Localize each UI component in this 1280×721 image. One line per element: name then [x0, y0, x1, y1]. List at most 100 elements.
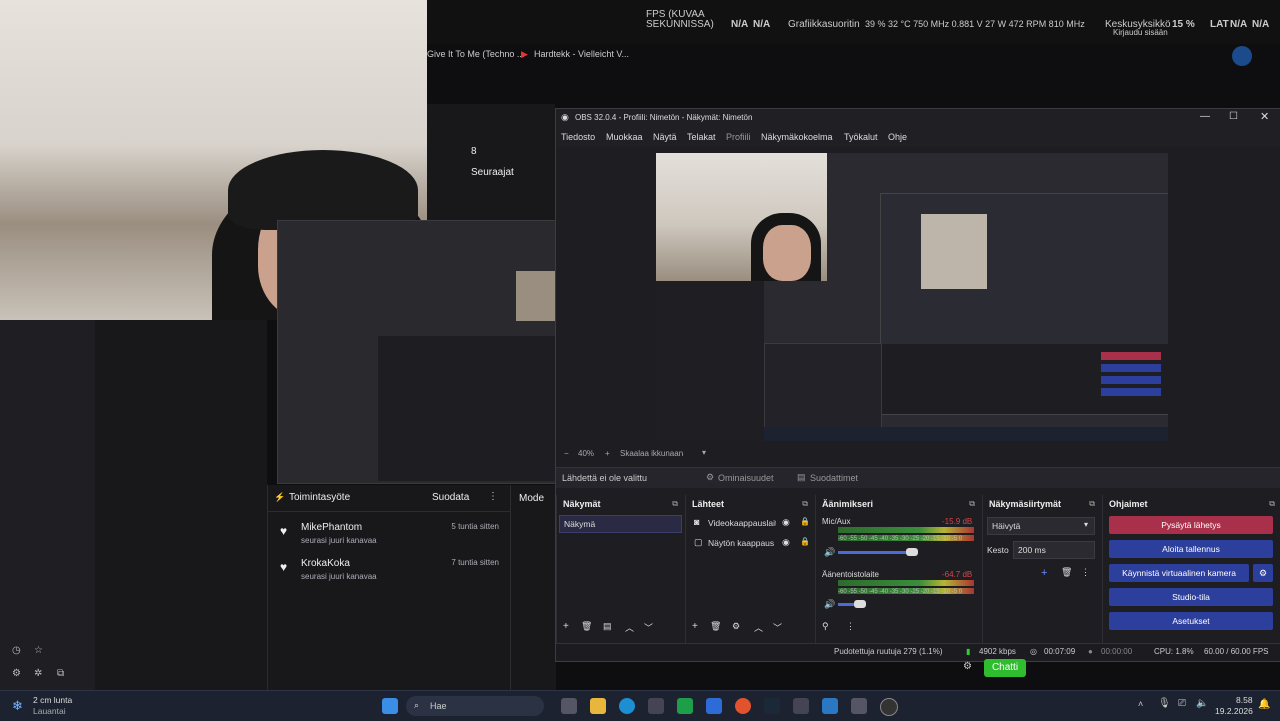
profile-avatar[interactable]: [1232, 46, 1252, 66]
more-icon[interactable]: ⋮: [488, 491, 498, 502]
microphone-icon[interactable]: 🎙: [1158, 698, 1171, 709]
start-recording-button[interactable]: Aloita tallennus: [1109, 540, 1273, 558]
zoom-in-icon[interactable]: +: [605, 449, 610, 458]
preview-nested-obs: [880, 193, 1168, 415]
menu-profile[interactable]: Profiili: [726, 132, 751, 142]
menu-edit[interactable]: Muokkaa: [606, 132, 643, 142]
network-icon[interactable]: ⎚: [1178, 698, 1186, 709]
float-icon[interactable]: ⧉: [1269, 499, 1275, 509]
virtual-camera-settings-icon[interactable]: ⚙: [1253, 564, 1273, 582]
properties-button[interactable]: Ominaisuudet: [718, 473, 774, 483]
excel-icon[interactable]: [677, 698, 693, 714]
clock-time[interactable]: 8.58: [1236, 695, 1253, 705]
list-item[interactable]: ♥ KrokaKoka seurasi juuri kanavaa 7 tunt…: [268, 558, 511, 594]
more-icon[interactable]: ⋮: [846, 621, 855, 632]
menu-help[interactable]: Ohje: [888, 132, 907, 142]
source-item[interactable]: ◙ Videokaappauslaite ◉ 🔒: [690, 516, 810, 532]
float-icon[interactable]: ⧉: [969, 499, 975, 509]
windows-start-icon[interactable]: [382, 698, 398, 714]
trash-icon[interactable]: 🗑: [1061, 567, 1072, 578]
feed-user[interactable]: KrokaKoka: [301, 558, 350, 569]
float-icon[interactable]: ⧉: [672, 499, 678, 509]
list-item[interactable]: ♥ MikePhantom seurasi juuri kanavaa 5 tu…: [268, 522, 511, 558]
file-explorer-icon[interactable]: [590, 698, 606, 714]
volume-slider[interactable]: [838, 551, 912, 554]
bookmark-1[interactable]: Give It To Me (Techno ...: [427, 49, 524, 59]
bookmark-2[interactable]: Hardtekk - Vielleicht V...: [534, 49, 629, 59]
chat-settings-icon[interactable]: ⚙: [963, 661, 972, 672]
chevron-up-icon[interactable]: ˄: [1138, 699, 1143, 709]
volume-slider-knob[interactable]: [854, 600, 866, 608]
app-icon[interactable]: [793, 698, 809, 714]
more-icon[interactable]: ⋮: [1081, 567, 1090, 578]
menu-view[interactable]: Näytä: [653, 132, 677, 142]
settings-gear-icon[interactable]: ⚙: [12, 668, 21, 679]
chat-button[interactable]: Chatti: [984, 659, 1026, 677]
close-icon[interactable]: ✕: [1260, 110, 1269, 123]
activity-filter-button[interactable]: Suodata: [432, 492, 469, 503]
gear-icon[interactable]: ⚙: [732, 621, 740, 632]
menu-docks[interactable]: Telakat: [687, 132, 716, 142]
firefox-icon[interactable]: [735, 698, 751, 714]
task-view-icon[interactable]: [561, 698, 577, 714]
menu-file[interactable]: Tiedosto: [561, 132, 595, 142]
defender-icon[interactable]: [706, 698, 722, 714]
volume-slider-knob[interactable]: [906, 548, 918, 556]
notification-icon[interactable]: 🔔: [1258, 699, 1270, 710]
start-virtual-camera-button[interactable]: Käynnistä virtuaalinen kamera: [1109, 564, 1249, 582]
chevron-down-icon[interactable]: ▾: [702, 448, 706, 457]
add-icon[interactable]: +: [1041, 567, 1047, 579]
trash-icon[interactable]: 🗑: [581, 621, 592, 632]
weather-icon[interactable]: ❄: [12, 698, 23, 714]
star-icon[interactable]: ☆: [34, 645, 43, 656]
link-icon[interactable]: ⚲: [822, 621, 829, 632]
clock-icon[interactable]: ◷: [12, 645, 21, 656]
menu-tools[interactable]: Työkalut: [844, 132, 878, 142]
chevron-down-icon[interactable]: ﹀: [773, 621, 782, 634]
zoom-out-icon[interactable]: −: [564, 449, 569, 458]
trash-icon[interactable]: 🗑: [710, 621, 721, 632]
float-icon[interactable]: ⧉: [802, 499, 808, 509]
lock-icon[interactable]: 🔒: [800, 517, 810, 526]
float-icon[interactable]: ⧉: [1089, 499, 1095, 509]
minimize-icon[interactable]: —: [1200, 111, 1210, 122]
popout-icon[interactable]: ⧉: [57, 668, 64, 679]
chevron-up-icon[interactable]: ︿: [754, 621, 763, 634]
scale-mode-select[interactable]: Skaalaa ikkunaan: [620, 449, 683, 458]
filters-button[interactable]: Suodattimet: [810, 473, 858, 483]
scenes-dock: Näkymät ⧉ Näkymä + 🗑 ▤ ︿ ﹀: [556, 495, 684, 643]
search-box[interactable]: ⌕ Hae: [406, 696, 544, 716]
filter-icon[interactable]: ▤: [603, 621, 612, 632]
volume-icon[interactable]: 🔈: [1196, 698, 1208, 709]
monitor-app-icon[interactable]: [822, 698, 838, 714]
source-item[interactable]: ▢ Näytön kaappaus ◉ 🔒: [690, 536, 810, 552]
scene-item[interactable]: Näkymä: [559, 515, 682, 533]
cog-alt-icon[interactable]: ✲: [34, 668, 42, 679]
app-icon[interactable]: [851, 698, 867, 714]
settings-button[interactable]: Asetukset: [1109, 612, 1273, 630]
steam-icon[interactable]: [764, 698, 780, 714]
obs-preview[interactable]: [656, 153, 1168, 441]
add-icon[interactable]: +: [563, 621, 569, 632]
transition-select[interactable]: Häivytä ▾: [987, 517, 1095, 535]
lock-icon[interactable]: 🔒: [800, 537, 810, 546]
menu-scene-collection[interactable]: Näkymäkokoelma: [761, 132, 833, 142]
feed-user[interactable]: MikePhantom: [301, 522, 362, 533]
speaker-icon[interactable]: 🔊: [824, 547, 835, 558]
mixer-channel-db: -15.9 dB: [942, 517, 973, 526]
obs-taskbar-icon[interactable]: [880, 698, 898, 716]
duration-input[interactable]: 200 ms: [1013, 541, 1095, 559]
chevron-up-icon[interactable]: ︿: [625, 621, 634, 634]
stop-stream-button[interactable]: Pysäytä lähetys: [1109, 516, 1273, 534]
speaker-icon[interactable]: 🔊: [824, 599, 835, 610]
visibility-icon[interactable]: ◉: [782, 537, 790, 548]
chevron-down-icon[interactable]: ﹀: [644, 621, 653, 634]
studio-mode-button[interactable]: Studio-tila: [1109, 588, 1273, 606]
store-icon[interactable]: [648, 698, 664, 714]
edge-icon[interactable]: [619, 698, 635, 714]
visibility-icon[interactable]: ◉: [782, 517, 790, 528]
maximize-icon[interactable]: ☐: [1229, 111, 1238, 122]
clock-date[interactable]: 19.2.2026: [1215, 706, 1253, 716]
add-icon[interactable]: +: [692, 621, 698, 632]
login-link[interactable]: Kirjaudu sisään: [1113, 28, 1168, 37]
